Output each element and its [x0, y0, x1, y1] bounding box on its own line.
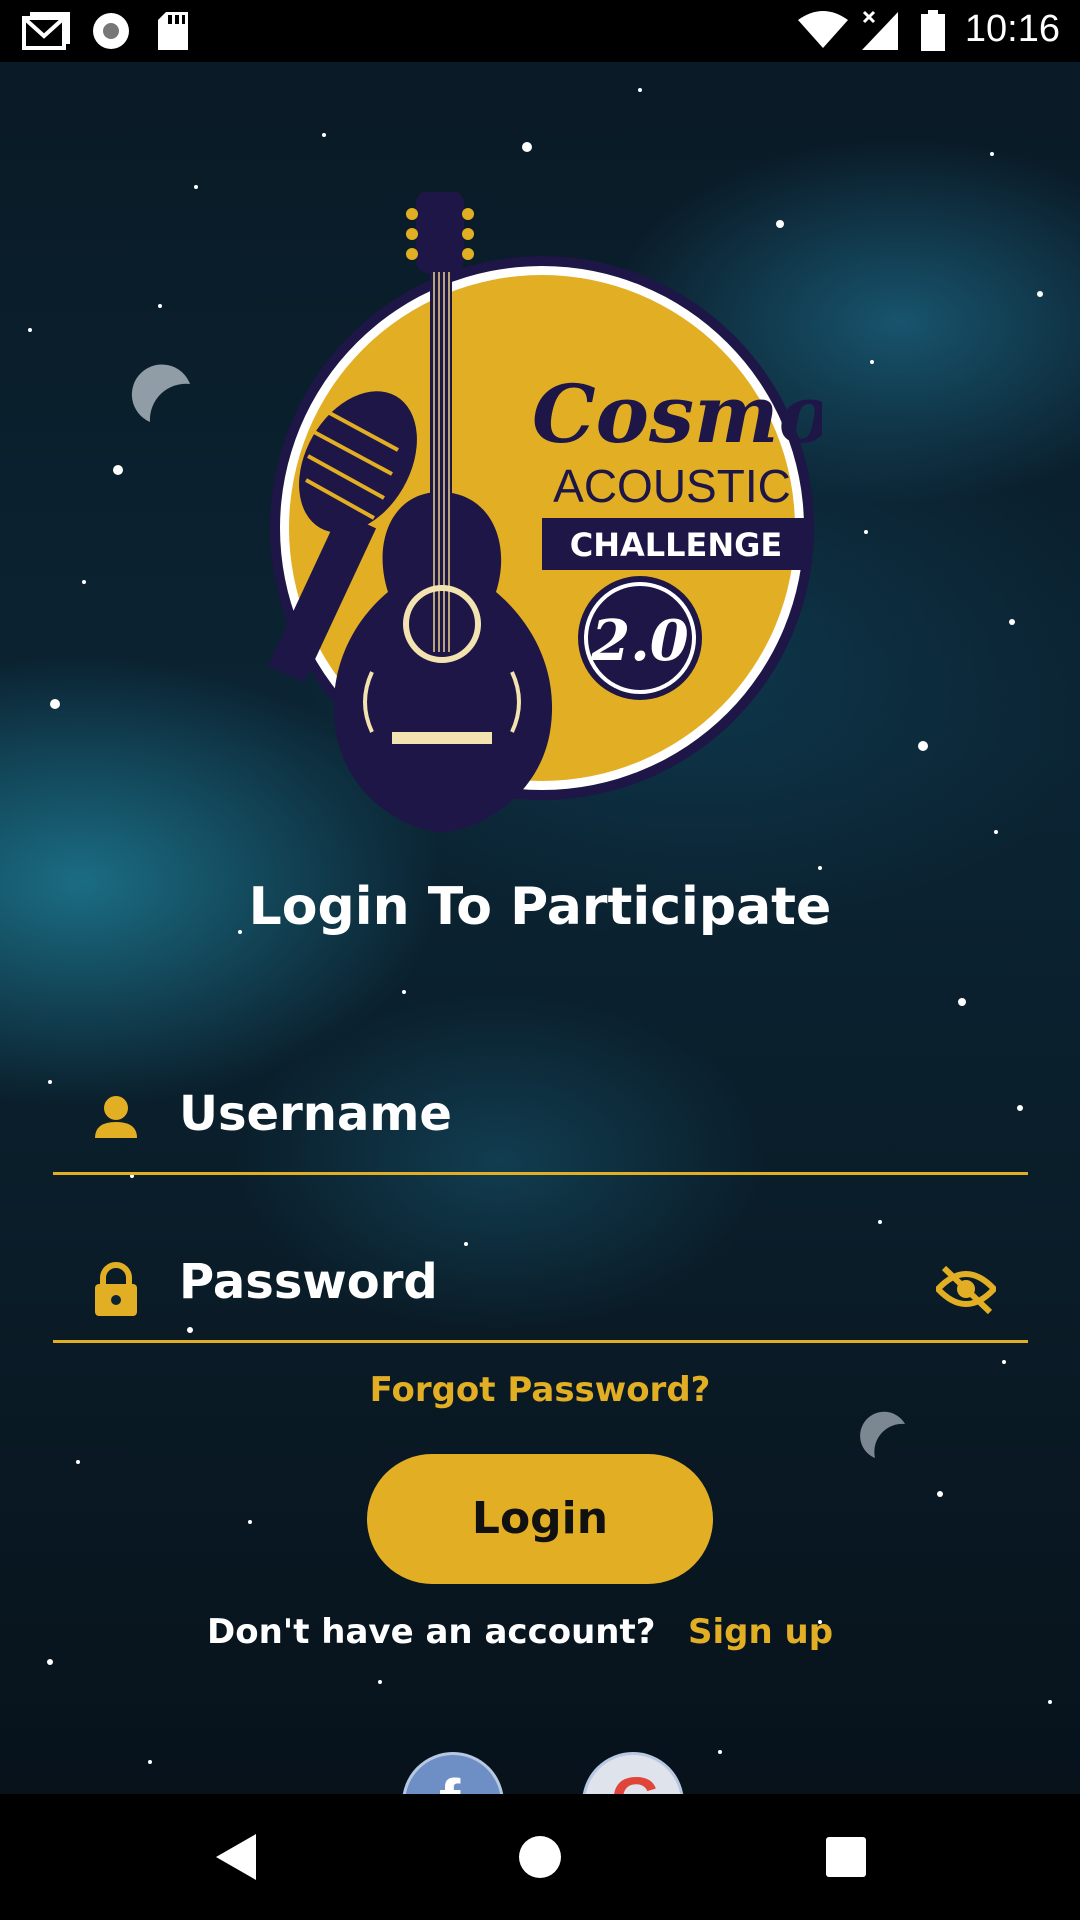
password-placeholder: Password: [179, 1254, 438, 1310]
signup-row: Don't have an account? Sign up: [0, 1612, 1080, 1672]
password-field[interactable]: Password: [53, 1230, 1028, 1343]
navigation-bar: [0, 1794, 1080, 1920]
login-button[interactable]: Login: [367, 1454, 713, 1584]
no-account-text: Don't have an account?: [207, 1612, 656, 1652]
forgot-password-link[interactable]: Forgot Password?: [0, 1370, 1080, 1410]
google-icon: G: [611, 1763, 661, 1794]
logo-word-challenge: CHALLENGE: [570, 526, 783, 564]
sd-card-icon: [156, 10, 190, 56]
lock-icon: [93, 1262, 139, 1322]
login-screen: Cosmo ACOUSTIC CHALLENGE 2.0 Login To Pa…: [0, 62, 1080, 1794]
signup-link[interactable]: Sign up: [688, 1612, 833, 1652]
battery-icon: [920, 10, 946, 56]
logo-word-cosmo: Cosmo: [532, 367, 822, 461]
page-title: Login To Participate: [248, 877, 832, 937]
logo-word-acoustic: ACOUSTIC: [553, 460, 791, 512]
username-placeholder: Username: [179, 1086, 452, 1142]
user-icon: [93, 1094, 139, 1144]
cosmo-acoustic-challenge-logo: Cosmo ACOUSTIC CHALLENGE 2.0: [267, 192, 822, 832]
record-icon: [90, 10, 132, 56]
facebook-icon: f: [439, 1765, 460, 1794]
eye-off-icon[interactable]: [933, 1264, 999, 1318]
home-icon[interactable]: [518, 1832, 562, 1886]
back-icon[interactable]: [214, 1832, 258, 1886]
logo-badge: 2.0: [590, 608, 688, 674]
status-time: 10:16: [964, 8, 1060, 50]
username-field[interactable]: Username: [53, 1062, 1028, 1175]
recents-icon[interactable]: [824, 1832, 868, 1886]
gmail-icon: [22, 10, 70, 56]
wifi-icon: [798, 10, 848, 54]
signal-no-data-icon: [860, 10, 900, 56]
status-bar: 10:16: [0, 0, 1080, 62]
